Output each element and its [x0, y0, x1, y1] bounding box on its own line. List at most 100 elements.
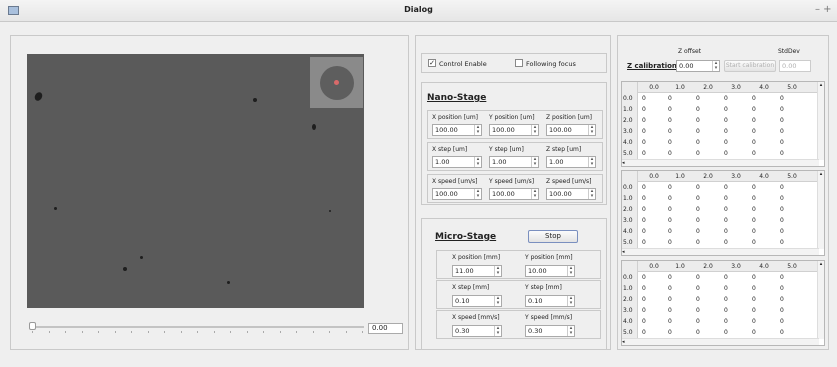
table-cell[interactable]: 0: [642, 226, 666, 237]
nano-step-input[interactable]: 1.00 ▴ ▾: [432, 156, 482, 168]
column-header[interactable]: 4.0: [751, 261, 777, 272]
table-cell[interactable]: 0: [752, 305, 776, 316]
table-cell[interactable]: 0: [780, 193, 804, 204]
table-cell[interactable]: 0: [724, 226, 748, 237]
table-cell[interactable]: 0: [668, 272, 692, 283]
row-header[interactable]: 1.0: [622, 193, 638, 204]
table-cell[interactable]: 0: [696, 204, 720, 215]
row-header[interactable]: 4.0: [622, 316, 638, 327]
spin-arrows-icon[interactable]: ▴ ▾: [474, 157, 481, 167]
table-cell[interactable]: 0: [724, 204, 748, 215]
table-cell[interactable]: 0: [696, 294, 720, 305]
table-cell[interactable]: 0: [642, 272, 666, 283]
table-cell[interactable]: 0: [724, 193, 748, 204]
spin-arrows-icon[interactable]: ▴ ▾: [567, 296, 574, 306]
table-cell[interactable]: 0: [724, 283, 748, 294]
calibration-table[interactable]: 0.0 1.0 2.0 3.0 4.0 5.0 0.0 0 0 0 0 0 0 1.0 0 0 0 0 0 0 2.0 0…: [621, 260, 825, 346]
row-header[interactable]: 1.0: [622, 104, 638, 115]
start-calibration-button[interactable]: Start calibration: [724, 60, 776, 72]
micro-step-input[interactable]: 0.10 ▴ ▾: [452, 295, 502, 307]
column-header[interactable]: 0.0: [641, 261, 667, 272]
column-header[interactable]: 1.0: [667, 171, 693, 182]
table-cell[interactable]: 0: [724, 137, 748, 148]
table-cell[interactable]: 0: [642, 193, 666, 204]
table-cell[interactable]: 0: [696, 126, 720, 137]
table-cell[interactable]: 0: [780, 215, 804, 226]
spin-arrows-icon[interactable]: ▴ ▾: [567, 266, 574, 276]
table-cell[interactable]: 0: [780, 226, 804, 237]
micro-speed-input[interactable]: 0.30 ▴ ▾: [525, 325, 575, 337]
table-cell[interactable]: 0: [668, 226, 692, 237]
slider-handle[interactable]: [29, 322, 36, 330]
table-cell[interactable]: 0: [780, 272, 804, 283]
row-header[interactable]: 3.0: [622, 215, 638, 226]
row-header[interactable]: 5.0: [622, 148, 638, 159]
spin-arrows-icon[interactable]: ▴ ▾: [712, 61, 719, 71]
spin-arrows-icon[interactable]: ▴ ▾: [531, 157, 538, 167]
table-cell[interactable]: 0: [724, 104, 748, 115]
table-cell[interactable]: 0: [724, 182, 748, 193]
table-cell[interactable]: 0: [642, 204, 666, 215]
table-cell[interactable]: 0: [724, 115, 748, 126]
row-header[interactable]: 0.0: [622, 272, 638, 283]
table-cell[interactable]: 0: [780, 305, 804, 316]
table-cell[interactable]: 0: [642, 327, 666, 338]
table-cell[interactable]: 0: [668, 148, 692, 159]
table-cell[interactable]: 0: [642, 137, 666, 148]
table-cell[interactable]: 0: [668, 283, 692, 294]
spin-arrows-icon[interactable]: ▴ ▾: [474, 189, 481, 199]
focus-slider[interactable]: [30, 326, 364, 328]
table-cell[interactable]: 0: [642, 294, 666, 305]
nano-step-input[interactable]: 1.00 ▴ ▾: [489, 156, 539, 168]
table-cell[interactable]: 0: [780, 93, 804, 104]
row-header[interactable]: 0.0: [622, 93, 638, 104]
table-cell[interactable]: 0: [780, 182, 804, 193]
table-cell[interactable]: 0: [696, 137, 720, 148]
column-header[interactable]: 0.0: [641, 82, 667, 93]
table-cell[interactable]: 0: [696, 115, 720, 126]
table-cell[interactable]: 0: [780, 283, 804, 294]
column-header[interactable]: 4.0: [751, 82, 777, 93]
table-cell[interactable]: 0: [668, 294, 692, 305]
column-header[interactable]: 0.0: [641, 171, 667, 182]
table-cell[interactable]: 0: [752, 204, 776, 215]
table-cell[interactable]: 0: [752, 327, 776, 338]
spin-arrows-icon[interactable]: ▴ ▾: [531, 125, 538, 135]
table-cell[interactable]: 0: [752, 148, 776, 159]
table-cell[interactable]: 0: [752, 93, 776, 104]
table-cell[interactable]: 0: [668, 327, 692, 338]
table-cell[interactable]: 0: [752, 137, 776, 148]
table-cell[interactable]: 0: [752, 226, 776, 237]
row-header[interactable]: 4.0: [622, 137, 638, 148]
nano-pos-input[interactable]: 100.00 ▴ ▾: [489, 124, 539, 136]
table-cell[interactable]: 0: [752, 283, 776, 294]
table-cell[interactable]: 0: [668, 104, 692, 115]
table-cell[interactable]: 0: [780, 126, 804, 137]
table-cell[interactable]: 0: [668, 193, 692, 204]
table-cell[interactable]: 0: [696, 93, 720, 104]
vertical-scrollbar[interactable]: ▴: [817, 261, 824, 339]
column-header[interactable]: 5.0: [779, 261, 805, 272]
table-cell[interactable]: 0: [780, 204, 804, 215]
micro-speed-input[interactable]: 0.30 ▴ ▾: [452, 325, 502, 337]
table-cell[interactable]: 0: [724, 237, 748, 248]
stop-button[interactable]: Stop: [528, 230, 578, 243]
table-cell[interactable]: 0: [668, 316, 692, 327]
column-header[interactable]: 1.0: [667, 82, 693, 93]
table-cell[interactable]: 0: [642, 237, 666, 248]
table-cell[interactable]: 0: [642, 126, 666, 137]
column-header[interactable]: 3.0: [723, 261, 749, 272]
column-header[interactable]: 1.0: [667, 261, 693, 272]
table-cell[interactable]: 0: [752, 126, 776, 137]
row-header[interactable]: 4.0: [622, 226, 638, 237]
table-cell[interactable]: 0: [696, 237, 720, 248]
row-header[interactable]: 2.0: [622, 204, 638, 215]
table-cell[interactable]: 0: [696, 272, 720, 283]
table-cell[interactable]: 0: [780, 137, 804, 148]
horizontal-scrollbar[interactable]: ◂: [622, 248, 819, 255]
nano-speed-input[interactable]: 100.00 ▴ ▾: [432, 188, 482, 200]
table-cell[interactable]: 0: [642, 182, 666, 193]
nano-speed-input[interactable]: 100.00 ▴ ▾: [489, 188, 539, 200]
vertical-scrollbar[interactable]: ▴: [817, 82, 824, 160]
window-controls[interactable]: – +: [815, 4, 832, 15]
